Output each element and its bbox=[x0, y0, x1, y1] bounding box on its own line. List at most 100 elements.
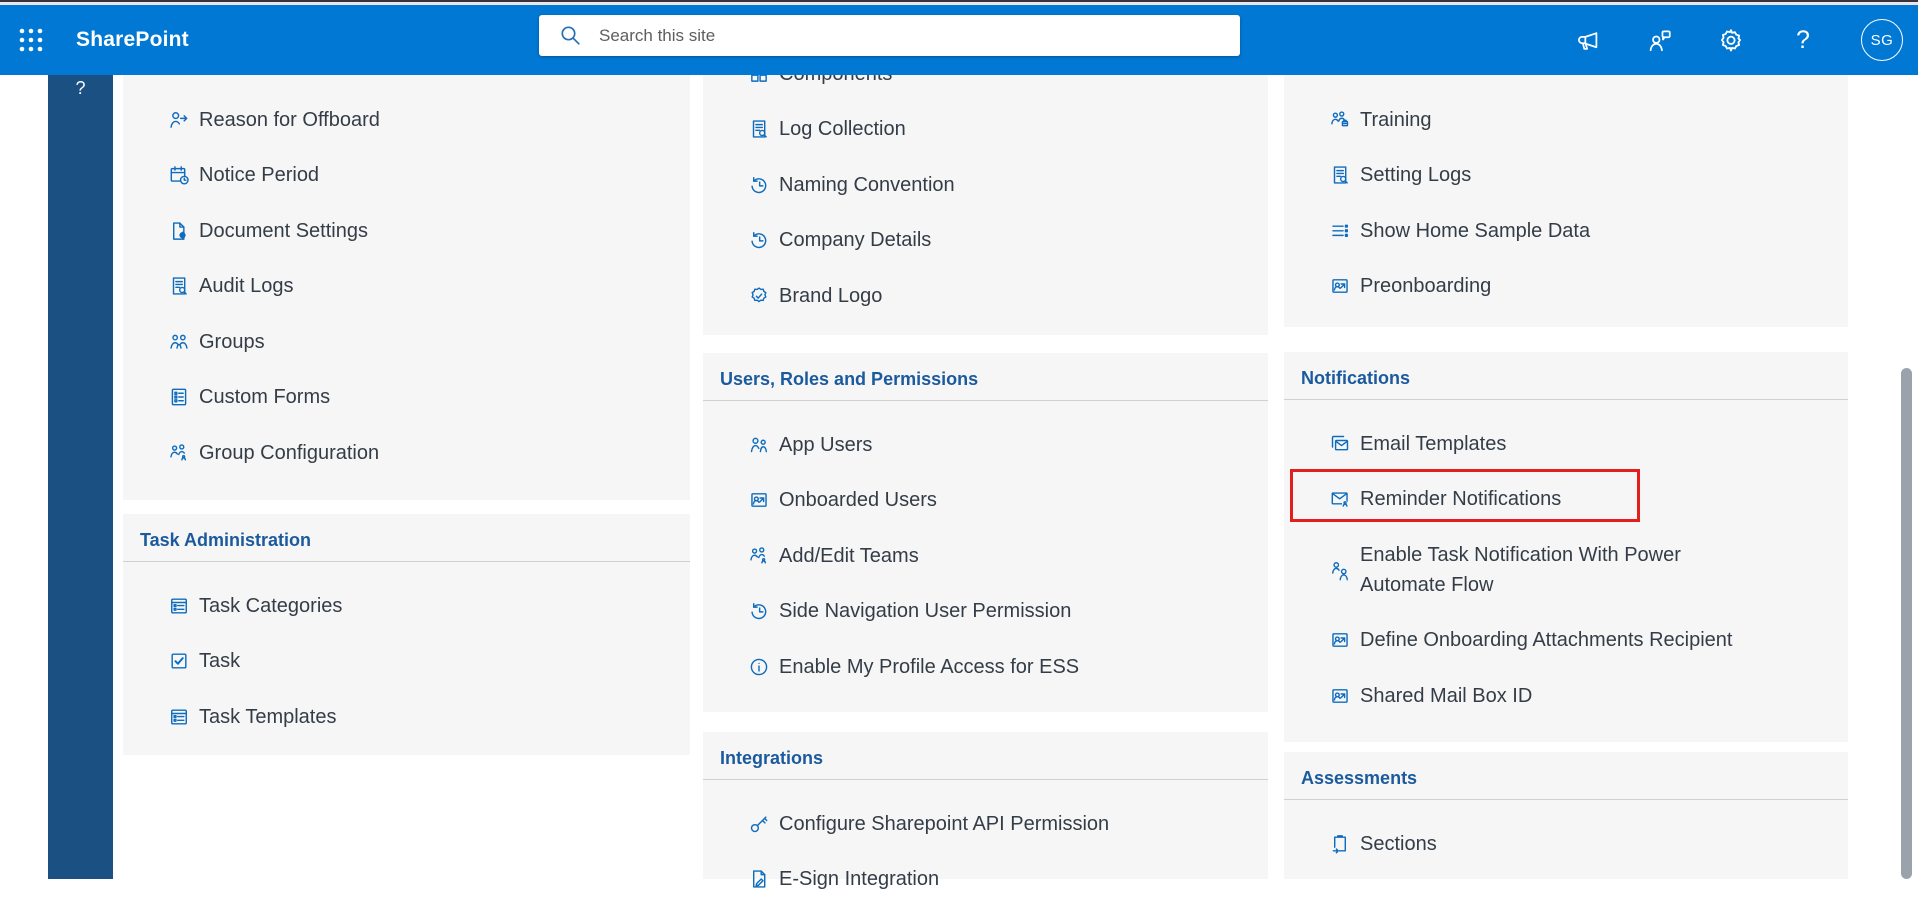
suite-header: SharePoint bbox=[0, 5, 1918, 75]
menu-item-label: Groups bbox=[199, 327, 265, 357]
history-icon bbox=[748, 229, 770, 251]
menu-item-label: Group Configuration bbox=[199, 438, 379, 468]
person-board-icon bbox=[748, 489, 770, 511]
section-title: Notifications bbox=[1284, 352, 1848, 392]
document-search-icon bbox=[1329, 164, 1351, 186]
section-card-task-administration: Task AdministrationTask CategoriesTaskTa… bbox=[123, 514, 690, 755]
menu-item-onboarded-users[interactable]: Onboarded Users bbox=[703, 473, 1268, 529]
avatar[interactable]: SG bbox=[1861, 19, 1903, 61]
info-circle-icon bbox=[748, 656, 770, 678]
menu-item-preonboarding[interactable]: Preonboarding bbox=[1284, 259, 1848, 315]
app-launcher-waffle-icon[interactable] bbox=[8, 17, 54, 63]
header-icon-group: ? SG bbox=[1573, 5, 1903, 75]
key-icon bbox=[748, 813, 770, 835]
person-arrow-icon bbox=[168, 109, 190, 131]
menu-item-brand-logo[interactable]: Brand Logo bbox=[703, 268, 1268, 324]
menu-item-add-edit-teams[interactable]: Add/Edit Teams bbox=[703, 528, 1268, 584]
menu-item-groups[interactable]: Groups bbox=[123, 314, 690, 370]
history-icon bbox=[748, 600, 770, 622]
menu-item-label: Task Templates bbox=[199, 702, 336, 732]
menu-item-label: Task bbox=[199, 646, 240, 676]
history-icon bbox=[748, 174, 770, 196]
person-board-icon bbox=[1329, 685, 1351, 707]
search-input[interactable] bbox=[597, 25, 1201, 47]
left-nav-rail[interactable]: ? bbox=[48, 75, 113, 879]
column-1-card-0: Reason for Offboard Notice Period Document… bbox=[123, 75, 690, 500]
section-card-assessments: Assessments Sections bbox=[1284, 752, 1848, 879]
menu-item-label: Custom Forms bbox=[199, 382, 330, 412]
menu-item-company-details[interactable]: Company Details bbox=[703, 213, 1268, 269]
help-icon-left-rail: ? bbox=[75, 75, 85, 101]
menu-item-notice-period[interactable]: Notice Period bbox=[123, 148, 690, 204]
menu-item-label: Preonboarding bbox=[1360, 271, 1491, 301]
menu-item-show-home-sample-data[interactable]: Show Home Sample Data bbox=[1284, 203, 1848, 259]
menu-item-label: Add/Edit Teams bbox=[779, 541, 919, 571]
menu-item-sections[interactable]: Sections bbox=[1284, 816, 1848, 872]
help-icon[interactable]: ? bbox=[1789, 26, 1817, 54]
task-list-icon bbox=[168, 595, 190, 617]
mail-copy-icon bbox=[1329, 433, 1351, 455]
menu-item-task-templates[interactable]: Task Templates bbox=[123, 689, 690, 745]
menu-item-email-templates[interactable]: Email Templates bbox=[1284, 416, 1848, 472]
menu-item-define-onboarding-attachments-recipient[interactable]: Define Onboarding Attachments Recipient bbox=[1284, 613, 1848, 669]
column-3-card-0: Training Setting Logs Show Home Sample Dat… bbox=[1284, 75, 1848, 327]
menu-item-custom-forms[interactable]: Custom Forms bbox=[123, 370, 690, 426]
menu-item-log-collection[interactable]: Log Collection bbox=[703, 102, 1268, 158]
menu-item-audit-logs[interactable]: Audit Logs bbox=[123, 259, 690, 315]
menu-item-label: Task Categories bbox=[199, 591, 342, 621]
menu-item-label: Email Templates bbox=[1360, 429, 1506, 459]
menu-item-label: Log Collection bbox=[779, 114, 906, 144]
menu-item-label: Reason for Offboard bbox=[199, 105, 380, 135]
menu-item-e-sign-integration[interactable]: E-Sign Integration bbox=[703, 852, 1268, 907]
menu-item-side-navigation-user-permission[interactable]: Side Navigation User Permission bbox=[703, 584, 1268, 640]
seal-check-icon bbox=[748, 285, 770, 307]
menu-item-label: Training bbox=[1360, 105, 1432, 135]
menu-item-label: Notice Period bbox=[199, 160, 319, 190]
menu-item-label: Show Home Sample Data bbox=[1360, 216, 1590, 246]
menu-item-naming-convention[interactable]: Naming Convention bbox=[703, 157, 1268, 213]
scrollbar-thumb[interactable] bbox=[1901, 368, 1912, 879]
form-icon bbox=[168, 386, 190, 408]
menu-item-label: Sections bbox=[1360, 829, 1437, 859]
menu-item-shared-mail-box-id[interactable]: Shared Mail Box ID bbox=[1284, 668, 1848, 724]
menu-item-enable-my-profile-access-for-ess[interactable]: Enable My Profile Access for ESS bbox=[703, 639, 1268, 695]
menu-item-setting-logs[interactable]: Setting Logs bbox=[1284, 148, 1848, 204]
people-community-icon bbox=[168, 331, 190, 353]
menu-item-label: Define Onboarding Attachments Recipient bbox=[1360, 625, 1732, 655]
search-icon bbox=[558, 23, 583, 48]
clipboard-arrow-icon bbox=[1329, 833, 1351, 855]
section-card-integrations: IntegrationsConfigure Sharepoint API Per… bbox=[703, 732, 1268, 879]
column-2-card-0: ComponentsLog CollectionNaming Conventio… bbox=[703, 42, 1268, 335]
menu-item-enable-task-notification-with-power[interactable]: Enable Task Notification With Power Auto… bbox=[1284, 527, 1848, 613]
two-people-icon bbox=[748, 434, 770, 456]
document-search-icon bbox=[748, 118, 770, 140]
section-title: Users, Roles and Permissions bbox=[703, 353, 1268, 393]
menu-item-task-categories[interactable]: Task Categories bbox=[123, 578, 690, 634]
announcements-icon[interactable] bbox=[1573, 26, 1601, 54]
menu-item-label: Side Navigation User Permission bbox=[779, 596, 1071, 626]
feedback-icon[interactable] bbox=[1645, 26, 1673, 54]
menu-item-reminder-notifications[interactable]: Reminder Notifications bbox=[1284, 472, 1848, 528]
waffle-icon bbox=[18, 27, 44, 53]
document-search-icon bbox=[168, 275, 190, 297]
menu-item-training[interactable]: Training bbox=[1284, 92, 1848, 148]
menu-item-app-users[interactable]: App Users bbox=[703, 417, 1268, 473]
person-board-icon bbox=[1329, 629, 1351, 651]
menu-item-label: Company Details bbox=[779, 225, 931, 255]
menu-item-reason-for-offboard[interactable]: Reason for Offboard bbox=[123, 92, 690, 148]
document-pen-icon bbox=[748, 868, 770, 890]
menu-item-label: Document Settings bbox=[199, 216, 368, 246]
menu-item-configure-sharepoint-api-permission[interactable]: Configure Sharepoint API Permission bbox=[703, 796, 1268, 852]
window-top-edge-light bbox=[0, 2, 1918, 5]
menu-item-label: E-Sign Integration bbox=[779, 864, 939, 894]
menu-item-label: Setting Logs bbox=[1360, 160, 1471, 190]
menu-item-label: Brand Logo bbox=[779, 281, 882, 311]
app-title: SharePoint bbox=[76, 28, 189, 52]
menu-item-document-settings[interactable]: Document Settings bbox=[123, 203, 690, 259]
section-card-notifications: Notifications Email Templates Reminder Not… bbox=[1284, 352, 1848, 742]
section-title: Assessments bbox=[1284, 752, 1848, 792]
settings-gear-icon[interactable] bbox=[1717, 26, 1745, 54]
menu-item-task[interactable]: Task bbox=[123, 634, 690, 690]
menu-item-group-configuration[interactable]: Group Configuration bbox=[123, 425, 690, 481]
search-box bbox=[539, 15, 1240, 56]
